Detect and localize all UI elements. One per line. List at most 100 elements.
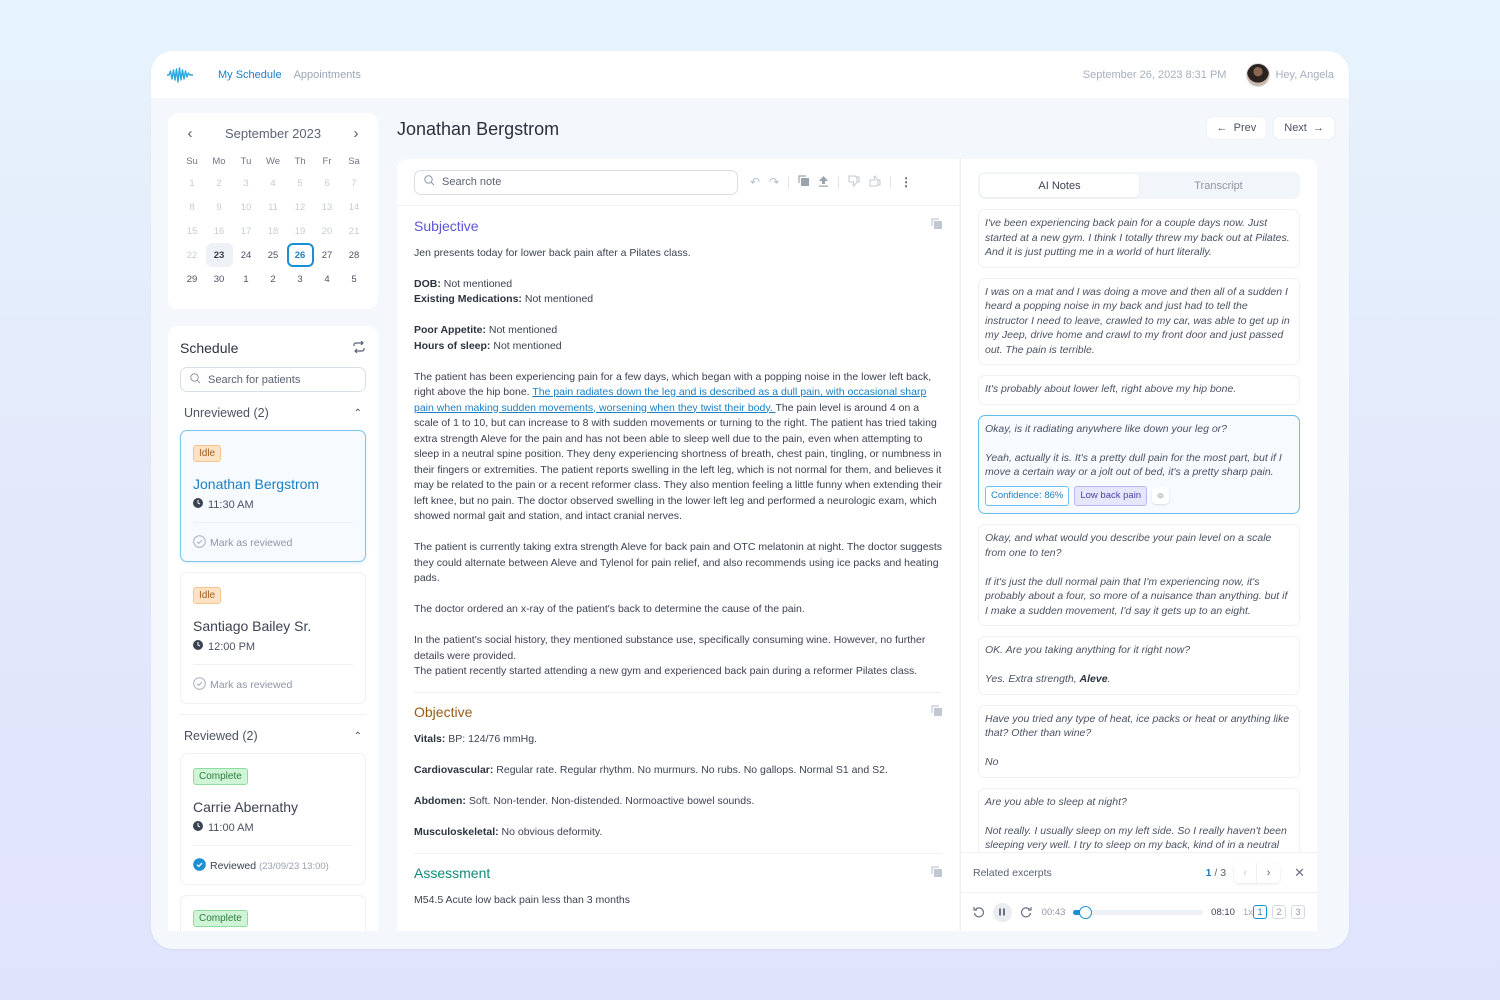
calendar-day[interactable]: 2 bbox=[260, 267, 287, 291]
calendar-day[interactable]: 8 bbox=[179, 195, 206, 219]
sync-icon[interactable] bbox=[352, 340, 366, 356]
unreviewed-group-header[interactable]: Unreviewed (2) ⌃ bbox=[184, 406, 362, 420]
elapsed-time: 00:43 bbox=[1041, 906, 1066, 918]
copy-section-icon[interactable] bbox=[931, 704, 942, 722]
calendar-day[interactable]: 1 bbox=[233, 267, 260, 291]
patient-card[interactable]: Complete Carrie Abernathy 11:00 AM Revie… bbox=[180, 753, 366, 885]
excerpt-text: Okay, is it radiating anywhere like down… bbox=[985, 422, 1228, 435]
avatar[interactable] bbox=[1246, 62, 1271, 87]
note-search-input[interactable]: Search note bbox=[414, 169, 738, 195]
excerpt-card[interactable]: Are you able to sleep at night? Not reall… bbox=[978, 787, 1300, 861]
excerpt-card[interactable]: OK. Are you taking anything for it right… bbox=[978, 636, 1300, 695]
nav-my-schedule[interactable]: My Schedule bbox=[218, 69, 282, 81]
forward-icon[interactable] bbox=[1020, 906, 1032, 918]
thumbs-up-icon[interactable] bbox=[869, 174, 881, 190]
calendar-day[interactable]: 11 bbox=[260, 195, 287, 219]
calendar-day[interactable]: 19 bbox=[287, 219, 314, 243]
objective-field: Vitals: BP: 124/76 mmHg. bbox=[414, 732, 942, 748]
calendar-day[interactable]: 1 bbox=[179, 171, 206, 195]
greeting[interactable]: Hey, Angela bbox=[1275, 69, 1334, 81]
chevron-up-icon[interactable]: ⌃ bbox=[354, 408, 362, 419]
calendar-day[interactable]: 6 bbox=[314, 171, 341, 195]
calendar-day[interactable]: 12 bbox=[287, 195, 314, 219]
mark-reviewed-button[interactable]: Mark as reviewed bbox=[193, 664, 353, 693]
calendar-day[interactable]: 27 bbox=[314, 243, 341, 267]
pause-icon[interactable] bbox=[993, 902, 1012, 922]
comment-icon[interactable] bbox=[1152, 487, 1170, 505]
calendar-day[interactable]: 4 bbox=[260, 171, 287, 195]
thumbs-down-icon[interactable] bbox=[848, 175, 860, 190]
calendar-day[interactable]: 4 bbox=[314, 267, 341, 291]
calendar-day[interactable]: 2 bbox=[206, 171, 233, 195]
excerpt-card[interactable]: I've been experiencing back pain for a c… bbox=[978, 209, 1300, 268]
next-button[interactable]: Next → bbox=[1274, 117, 1334, 139]
calendar-day[interactable]: 24 bbox=[233, 243, 260, 267]
calendar-day[interactable]: 15 bbox=[179, 219, 206, 243]
channel-button[interactable]: 2 bbox=[1272, 905, 1286, 919]
excerpt-card[interactable]: Okay, and what would you describe your p… bbox=[978, 524, 1300, 626]
calendar-day[interactable]: 7 bbox=[341, 171, 368, 195]
calendar-day[interactable]: 3 bbox=[287, 267, 314, 291]
copy-section-icon[interactable] bbox=[931, 865, 942, 883]
excerpt-card[interactable]: It's probably about lower left, right ab… bbox=[978, 375, 1300, 405]
calendar-day[interactable]: 22 bbox=[179, 243, 206, 267]
prev-button[interactable]: ← Prev bbox=[1206, 117, 1267, 139]
waveform-logo-icon[interactable] bbox=[166, 65, 194, 85]
patient-search-input[interactable]: Search for patients bbox=[180, 367, 366, 392]
topic-badge[interactable]: Low back pain bbox=[1074, 485, 1148, 506]
patient-card[interactable]: Idle Santiago Bailey Sr. 12:00 PM Mark a… bbox=[180, 572, 366, 704]
field-label: Vitals: bbox=[414, 733, 446, 745]
more-options-icon[interactable]: ⋮ bbox=[900, 175, 912, 189]
patient-card[interactable]: Idle Jonathan Bergstrom 11:30 AM Mark as… bbox=[180, 430, 366, 562]
calendar-day[interactable]: 5 bbox=[287, 171, 314, 195]
chevron-right-icon[interactable]: › bbox=[1257, 862, 1281, 883]
calendar-day[interactable]: 21 bbox=[341, 219, 368, 243]
calendar-day[interactable]: 28 bbox=[341, 243, 368, 267]
copy-section-icon[interactable] bbox=[931, 218, 942, 235]
calendar-day[interactable]: 14 bbox=[341, 195, 368, 219]
tab-transcript[interactable]: Transcript bbox=[1139, 174, 1298, 197]
copy-icon[interactable] bbox=[798, 175, 810, 189]
export-icon[interactable] bbox=[818, 175, 829, 190]
nav-appointments[interactable]: Appointments bbox=[294, 69, 361, 81]
patient-card[interactable]: Complete bbox=[180, 895, 366, 931]
playback-speed[interactable]: 1x bbox=[1243, 907, 1253, 918]
calendar-day[interactable]: 30 bbox=[206, 267, 233, 291]
answer-keyword: Aleve bbox=[1079, 673, 1108, 685]
chevron-left-icon[interactable]: ‹ bbox=[1234, 862, 1258, 883]
excerpt-card[interactable]: Have you tried any type of heat, ice pac… bbox=[978, 704, 1300, 778]
calendar-day[interactable]: 20 bbox=[314, 219, 341, 243]
calendar-day[interactable]: 9 bbox=[206, 195, 233, 219]
calendar-day[interactable]: 5 bbox=[341, 267, 368, 291]
calendar-day[interactable]: 25 bbox=[260, 243, 287, 267]
undo-icon[interactable]: ↶ bbox=[750, 175, 760, 189]
calendar-day[interactable]: 26 bbox=[286, 243, 314, 267]
calendar-day[interactable]: 13 bbox=[314, 195, 341, 219]
close-icon[interactable]: ✕ bbox=[1294, 865, 1305, 881]
reviewed-status[interactable]: Reviewed (23/09/23 13:00) bbox=[193, 845, 353, 874]
progress-slider[interactable] bbox=[1073, 905, 1204, 919]
channel-button[interactable]: 1 bbox=[1253, 905, 1267, 919]
calendar-day[interactable]: 18 bbox=[260, 219, 287, 243]
excerpt-footer: Related excerpts 1 / 3 ‹ › ✕ 00:43 08:10 bbox=[961, 852, 1317, 931]
redo-icon[interactable]: ↷ bbox=[769, 175, 779, 189]
calendar-day[interactable]: 16 bbox=[206, 219, 233, 243]
chevron-left-icon[interactable]: ‹ bbox=[183, 125, 197, 142]
excerpt-card[interactable]: Okay, is it radiating anywhere like down… bbox=[978, 414, 1300, 514]
chevron-right-icon[interactable]: › bbox=[349, 125, 363, 142]
slider-handle[interactable] bbox=[1078, 905, 1092, 919]
calendar-day[interactable]: 17 bbox=[233, 219, 260, 243]
calendar-day[interactable]: 23 bbox=[205, 243, 233, 267]
calendar-day[interactable]: 29 bbox=[179, 267, 206, 291]
reviewed-group-header[interactable]: Reviewed (2) ⌃ bbox=[184, 729, 362, 743]
time-text: 11:00 AM bbox=[208, 821, 254, 834]
channel-button[interactable]: 3 bbox=[1291, 905, 1305, 919]
rewind-icon[interactable] bbox=[973, 906, 985, 918]
calendar-day[interactable]: 3 bbox=[233, 171, 260, 195]
tab-ai-notes[interactable]: AI Notes bbox=[980, 174, 1139, 197]
excerpt-card[interactable]: I was on a mat and I was doing a move an… bbox=[978, 277, 1300, 365]
mark-reviewed-button[interactable]: Mark as reviewed bbox=[193, 522, 353, 551]
calendar-day[interactable]: 10 bbox=[233, 195, 260, 219]
chevron-up-icon[interactable]: ⌃ bbox=[354, 731, 362, 742]
field-label: Abdomen: bbox=[414, 795, 466, 807]
